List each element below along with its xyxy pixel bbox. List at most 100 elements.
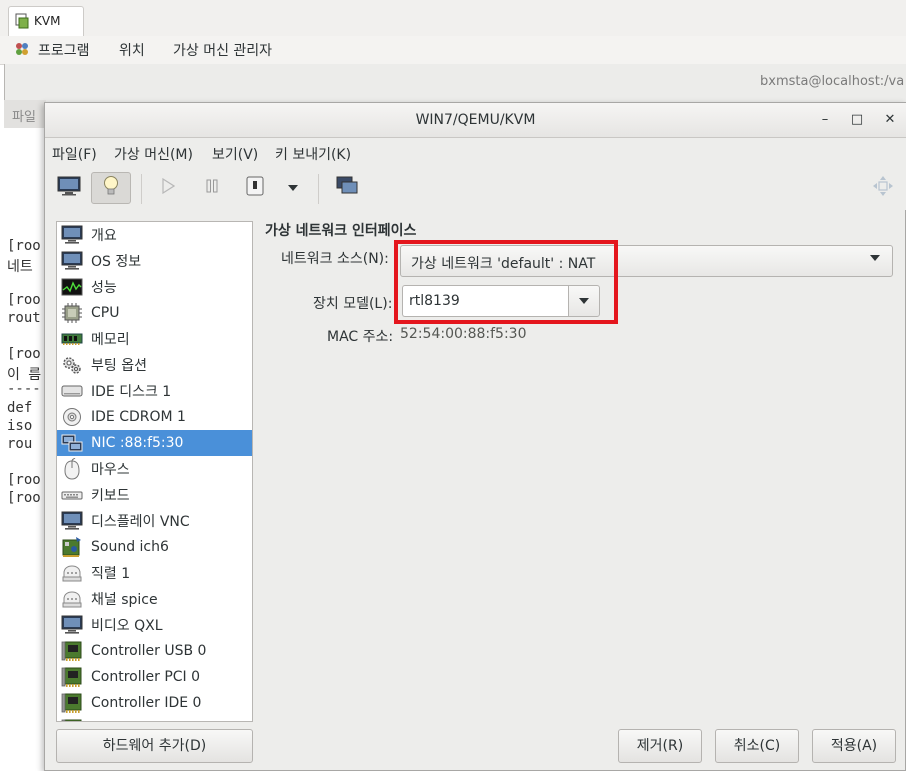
- gears-icon: [61, 355, 83, 375]
- menu-virtual-machine[interactable]: 가상 머신(M): [114, 144, 193, 164]
- terminal-line: iso: [7, 418, 33, 434]
- hardware-list-label: 개요: [91, 228, 117, 244]
- hardware-list-label: 직렬 1: [91, 566, 131, 582]
- shutdown-button[interactable]: [235, 172, 275, 204]
- console-button[interactable]: [49, 172, 89, 204]
- app-icon: [15, 13, 29, 33]
- mac-address-label: MAC 주소:: [327, 329, 394, 345]
- pause-icon: [205, 179, 219, 197]
- hardware-list-item[interactable]: Controller IDE 0: [57, 690, 252, 716]
- hardware-list-item[interactable]: NIC :88:f5:30: [57, 430, 252, 456]
- hardware-list-item[interactable]: OS 정보: [57, 248, 252, 274]
- hardware-list-item[interactable]: CPU: [57, 300, 252, 326]
- monitor-icon: [61, 225, 83, 245]
- applications-icon: [14, 41, 30, 61]
- monitor-icon: [61, 511, 83, 531]
- cpu-icon: [61, 303, 83, 323]
- highlight-annotation: [394, 240, 618, 324]
- performance-icon: [61, 277, 83, 297]
- memory-icon: [61, 329, 83, 349]
- hardware-list-label: CPU: [91, 305, 120, 321]
- hardware-list[interactable]: 개요 OS 정보성능 CPU 메모리부팅 옵션 IDE 디스크 1 IDE CDROM 1…: [56, 221, 253, 722]
- hardware-list-label: NIC :88:f5:30: [91, 435, 184, 451]
- hardware-list-item[interactable]: Controller USB 0: [57, 638, 252, 664]
- hardware-list-item[interactable]: 직렬 1: [57, 560, 252, 586]
- fullscreen-button[interactable]: [863, 172, 903, 204]
- menu-file[interactable]: 파일(F): [52, 144, 97, 164]
- minimize-icon: –: [821, 112, 829, 127]
- fullscreen-icon: [872, 175, 894, 201]
- hardware-list-item[interactable]: 디스플레이 VNC: [57, 508, 252, 534]
- menu-vm-manager[interactable]: 가상 머신 관리자: [173, 40, 272, 60]
- device-model-label: 장치 모델(L):: [313, 296, 393, 312]
- monitor-icon: [61, 615, 83, 635]
- controller-icon: [61, 693, 83, 713]
- mac-address-value: 52:54:00:88:f5:30: [400, 326, 527, 342]
- background-file-menu[interactable]: 파일: [12, 106, 36, 125]
- cdrom-icon: [61, 407, 83, 427]
- background-tab-bar: [0, 0, 906, 37]
- details-button[interactable]: [91, 172, 131, 204]
- cancel-button[interactable]: 취소(C): [715, 729, 799, 763]
- close-icon: ✕: [884, 112, 896, 127]
- toolbar-separator: [141, 174, 142, 204]
- hardware-list-item[interactable]: [57, 716, 252, 721]
- hardware-list-item[interactable]: Controller PCI 0: [57, 664, 252, 690]
- shutdown-menu-button[interactable]: [274, 172, 312, 204]
- monitor-icon: [61, 251, 83, 271]
- run-button[interactable]: [148, 172, 188, 204]
- screens-icon: [336, 176, 358, 200]
- window-title: WIN7/QEMU/KVM: [415, 112, 536, 128]
- remove-button[interactable]: 제거(R): [618, 729, 702, 763]
- hardware-list-item[interactable]: 부팅 옵션: [57, 352, 252, 378]
- minimize-button[interactable]: –: [815, 110, 835, 130]
- apply-button[interactable]: 적용(A): [812, 729, 896, 763]
- play-icon: [161, 177, 176, 198]
- hardware-list-item[interactable]: Sound ich6: [57, 534, 252, 560]
- add-hardware-button[interactable]: 하드웨어 추가(D): [56, 729, 253, 763]
- snapshots-button[interactable]: [327, 172, 367, 204]
- terminal-line: [roo: [7, 346, 41, 362]
- network-source-label: 네트워크 소스(N):: [281, 251, 389, 267]
- terminal-line: [roo: [7, 292, 41, 308]
- menu-view[interactable]: 보기(V): [212, 144, 258, 164]
- hardware-list-label: 디스플레이 VNC: [91, 514, 190, 530]
- terminal-line: [roo: [7, 472, 41, 488]
- background-tab-label: KVM: [34, 14, 61, 28]
- menu-places[interactable]: 위치: [119, 40, 145, 60]
- close-button[interactable]: ✕: [880, 110, 900, 130]
- hardware-list-item[interactable]: 성능: [57, 274, 252, 300]
- hardware-list-label: 채널 spice: [91, 592, 158, 608]
- hardware-list-label: 성능: [91, 280, 117, 296]
- hardware-list-item[interactable]: 마우스: [57, 456, 252, 482]
- controller-icon: [61, 719, 83, 721]
- hardware-list-label: 메모리: [91, 332, 130, 348]
- hardware-list-item[interactable]: 메모리: [57, 326, 252, 352]
- hardware-list-item[interactable]: 키보드: [57, 482, 252, 508]
- terminal-title: bxmsta@localhost:/va: [760, 74, 905, 89]
- disk-icon: [61, 381, 83, 401]
- hardware-list-label: IDE CDROM 1: [91, 409, 186, 425]
- network-icon: [61, 433, 83, 453]
- hardware-list-label: OS 정보: [91, 254, 142, 270]
- pause-button[interactable]: [192, 172, 232, 204]
- serial-icon: [61, 589, 83, 609]
- hardware-list-label: Controller USB 0: [91, 643, 207, 659]
- hardware-list-item[interactable]: IDE CDROM 1: [57, 404, 252, 430]
- terminal-line: [roo: [7, 490, 41, 506]
- hardware-list-label: Sound ich6: [91, 539, 169, 555]
- hardware-list-item[interactable]: 개요: [57, 222, 252, 248]
- hardware-list-item[interactable]: 채널 spice: [57, 586, 252, 612]
- lightbulb-icon: [102, 175, 120, 201]
- terminal-line: 네트: [7, 259, 33, 275]
- chevron-down-icon: [870, 255, 880, 261]
- monitor-icon: [57, 176, 81, 200]
- menu-applications[interactable]: 프로그램: [38, 40, 90, 60]
- maximize-button[interactable]: □: [847, 110, 867, 130]
- terminal-line: [roo: [7, 238, 41, 254]
- hardware-list-item[interactable]: IDE 디스크 1: [57, 378, 252, 404]
- hardware-list-item[interactable]: 비디오 QXL: [57, 612, 252, 638]
- menu-send-key[interactable]: 키 보내기(K): [275, 144, 351, 164]
- keyboard-icon: [61, 485, 83, 505]
- terminal-line: rout: [7, 310, 41, 326]
